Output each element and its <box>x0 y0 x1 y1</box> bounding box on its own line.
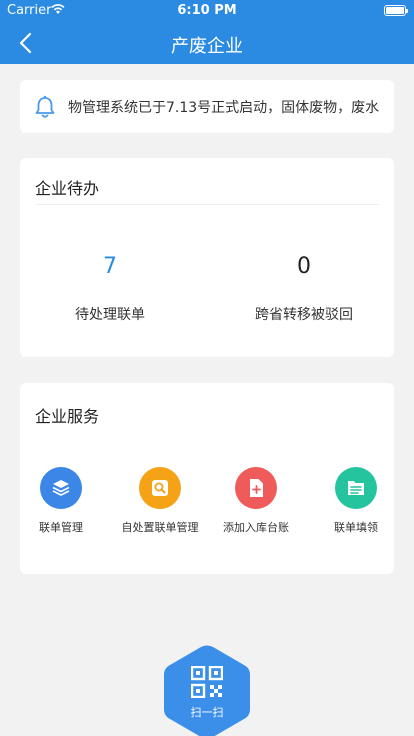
stat-label: 跨省转移被驳回 <box>255 307 353 323</box>
service-label: 联单管理 <box>39 521 83 534</box>
form-icon <box>335 467 377 509</box>
search-doc-icon <box>139 467 181 509</box>
divider <box>35 204 379 205</box>
page-title: 产废企业 <box>171 36 243 57</box>
service-manifest-management[interactable]: 联单管理 <box>11 467 111 535</box>
layers-icon <box>40 467 82 509</box>
stat-value: 0 <box>297 254 311 279</box>
battery-icon <box>384 5 408 16</box>
todo-card: 企业待办 7 待处理联单 0 跨省转移被驳回 <box>20 158 394 357</box>
app-header: Carrier 6:10 PM 产废企业 <box>0 0 414 64</box>
status-bar: Carrier 6:10 PM <box>0 0 414 20</box>
pending-manifests-stat[interactable]: 7 待处理联单 <box>20 254 200 324</box>
notice-text: 物管理系统已于7.13号正式启动，固体废物，废水 <box>68 100 380 116</box>
service-add-inventory-ledger[interactable]: 添加入库台账 <box>206 467 306 535</box>
services-title: 企业服务 <box>35 407 100 426</box>
stat-label: 待处理联单 <box>75 307 145 323</box>
bell-icon <box>35 95 55 118</box>
rejected-transfers-stat[interactable]: 0 跨省转移被驳回 <box>214 254 394 324</box>
qr-code-icon <box>191 666 223 698</box>
add-file-icon <box>235 467 277 509</box>
service-manifest-fill[interactable]: 联单填领 <box>306 467 406 535</box>
service-label: 自处置联单管理 <box>121 521 199 534</box>
service-self-disposal-management[interactable]: 自处置联单管理 <box>110 467 210 535</box>
services-card: 企业服务 联单管理 自处置联单管理 添加入库台账 联单填领 <box>20 383 394 574</box>
scan-label: 扫一扫 <box>190 706 224 719</box>
notice-banner[interactable]: 物管理系统已于7.13号正式启动，固体废物，废水 <box>20 80 394 133</box>
stat-value: 7 <box>103 254 117 279</box>
service-label: 联单填领 <box>334 521 378 534</box>
scan-button[interactable]: 扫一扫 <box>164 644 250 736</box>
clock: 6:10 PM <box>177 3 237 18</box>
service-label: 添加入库台账 <box>223 521 289 534</box>
todo-title: 企业待办 <box>35 179 100 198</box>
